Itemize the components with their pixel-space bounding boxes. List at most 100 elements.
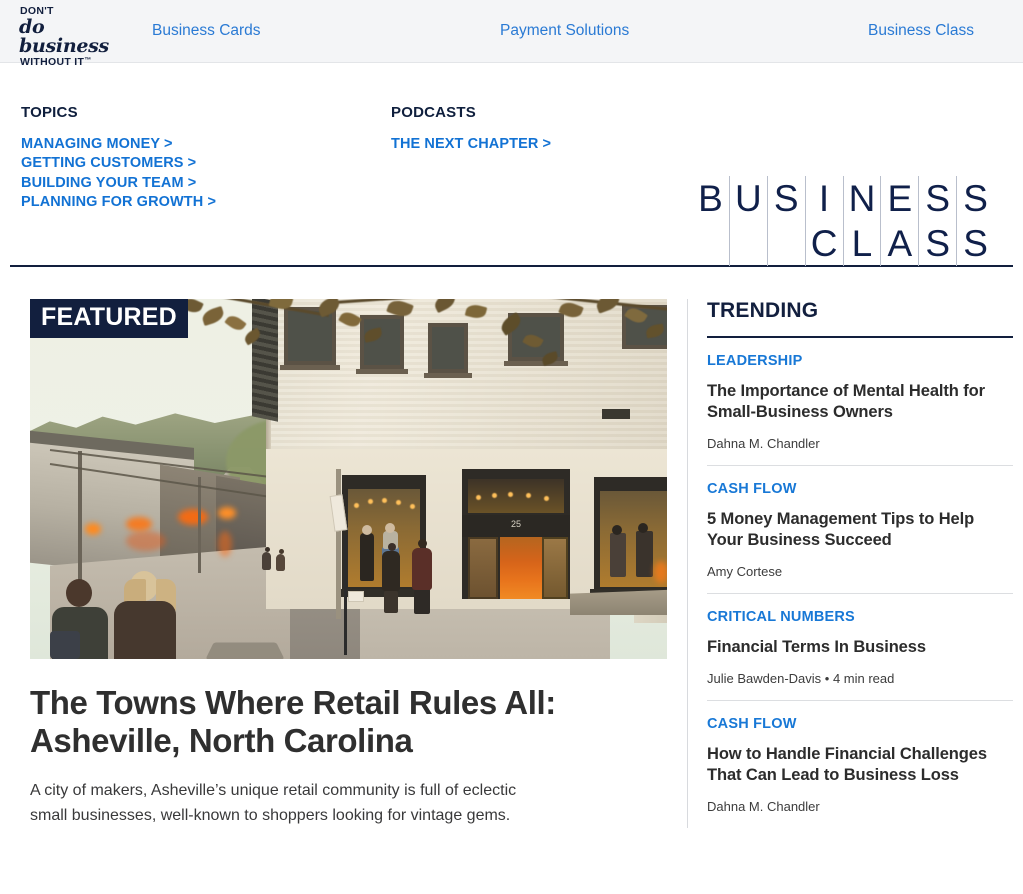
featured-badge: FEATURED (30, 299, 188, 338)
top-navigation-bar: DON'T do business WITHOUT IT™ Business C… (0, 0, 1023, 67)
topic-link-building-your-team[interactable]: BUILDING YOUR TEAM > (21, 174, 216, 193)
topic-link-managing-money[interactable]: MANAGING MONEY > (21, 135, 216, 154)
photo-window-sign-3 (348, 591, 364, 602)
logo-letter-bottom-1 (692, 221, 729, 266)
photo-mannequin-1-head (362, 525, 372, 535)
logo-column-3: S (766, 176, 805, 266)
photo-door-leaf-left (468, 537, 498, 599)
photo-bulb-c4 (526, 493, 531, 498)
trending-item[interactable]: LEADERSHIP The Importance of Mental Heal… (707, 338, 1013, 466)
brand-line-1: DON'T (20, 5, 54, 17)
photo-pedestrian-fg-2 (114, 571, 176, 659)
photo-bulb-c5 (544, 496, 549, 501)
photo-glow-5 (126, 531, 166, 551)
photo-glow-3 (178, 509, 208, 525)
trending-headline[interactable]: How to Handle Financial Challenges That … (707, 744, 1013, 786)
photo-mannequin-4-dress (636, 531, 653, 577)
logo-column-2: U (728, 176, 767, 266)
logo-letter-bottom-7: S (925, 223, 951, 264)
trending-category[interactable]: LEADERSHIP (707, 353, 1013, 369)
logo-letter-top-1: B (698, 178, 723, 219)
featured-dek: A city of makers, Asheville’s unique ret… (30, 782, 517, 824)
trending-category[interactable]: CASH FLOW (707, 716, 1013, 732)
photo-bulb-l2 (368, 499, 373, 504)
logo-column-8: S S (956, 176, 994, 266)
brand-line-2: do business (19, 15, 109, 57)
business-class-logo[interactable]: B U S I C N L E A S S S S (692, 176, 994, 266)
trending-sidebar: TRENDING LEADERSHIP The Importance of Me… (687, 299, 1023, 828)
logo-letter-top-6: E (887, 178, 913, 219)
trending-category[interactable]: CASH FLOW (707, 481, 1013, 497)
podcasts-heading: PODCASTS (391, 104, 476, 121)
photo-bulb-l4 (396, 500, 401, 505)
photo-bulb-l5 (410, 504, 415, 509)
nav-link-payment-solutions[interactable]: Payment Solutions (500, 22, 629, 40)
photo-pedestrian-mid-1 (382, 543, 400, 613)
logo-letter-bottom-2 (730, 221, 767, 266)
logo-letter-bottom-8: S (963, 223, 988, 264)
trending-meta: Dahna M. Chandler (707, 436, 820, 451)
photo-downspout-1 (336, 469, 341, 619)
logo-letter-top-7: S (925, 178, 951, 219)
photo-street-grate (205, 642, 285, 659)
photo-pedestrian-far-2 (276, 549, 285, 571)
podcast-link-the-next-chapter[interactable]: THE NEXT CHAPTER > (391, 135, 551, 154)
photo-glow-6 (218, 531, 232, 557)
logo-column-6: E A (880, 176, 918, 266)
photo-pedestrian-mid-2 (412, 539, 432, 614)
featured-headline[interactable]: The Towns Where Retail Rules All: Ashevi… (30, 684, 590, 760)
logo-letter-top-5: N (848, 178, 876, 219)
nav-link-business-class[interactable]: Business Class (868, 22, 974, 40)
amex-brand-lockup[interactable]: DON'T do business WITHOUT IT™ (19, 5, 120, 67)
photo-bulb-c3 (508, 492, 513, 497)
trending-meta: Dahna M. Chandler (707, 799, 820, 814)
photo-open-doorway-glow (500, 537, 544, 599)
page-content: FEATURED 25 The Towns Where Retail Rules… (0, 267, 1023, 828)
logo-column-7: S S (918, 176, 956, 266)
site-header-block: TOPICS MANAGING MONEY > GETTING CUSTOMER… (0, 63, 1023, 266)
trending-item[interactable]: CRITICAL NUMBERS Financial Terms In Busi… (707, 594, 1013, 701)
logo-letter-bottom-6: A (887, 223, 913, 264)
photo-bulb-c1 (476, 495, 481, 500)
photo-sign-post-1 (344, 535, 347, 655)
photo-glow-right-window (654, 561, 667, 583)
photo-mannequin-4-head (638, 523, 648, 533)
logo-letter-bottom-3 (768, 221, 805, 266)
featured-article-image[interactable]: FEATURED 25 (30, 299, 667, 659)
trending-headline[interactable]: 5 Money Management Tips to Help Your Bus… (707, 509, 1013, 551)
featured-article-column: FEATURED 25 The Towns Where Retail Rules… (0, 299, 687, 828)
trending-meta: Amy Cortese (707, 564, 783, 579)
photo-glow-2 (126, 517, 152, 531)
podcasts-column: PODCASTS THE NEXT CHAPTER > (391, 104, 551, 154)
photo-glow-4 (218, 507, 236, 519)
trending-headline[interactable]: The Importance of Mental Health for Smal… (707, 381, 1013, 423)
photo-mannequin-1-body (360, 533, 374, 581)
trending-headline[interactable]: Financial Terms In Business (707, 637, 1013, 658)
photo-bulb-l1 (354, 503, 359, 508)
photo-pedestrian-far-1 (262, 547, 271, 570)
photo-bag (50, 631, 80, 659)
photo-mannequin-3-dress (610, 533, 626, 577)
photo-mannequin-2-head (385, 523, 395, 533)
topic-link-planning-for-growth[interactable]: PLANNING FOR GROWTH > (21, 193, 216, 212)
logo-letter-top-4: I (818, 178, 830, 219)
logo-letter-top-8: S (963, 178, 988, 219)
nav-link-business-cards[interactable]: Business Cards (152, 22, 261, 40)
trending-item[interactable]: CASH FLOW How to Handle Financial Challe… (707, 701, 1013, 828)
trending-category[interactable]: CRITICAL NUMBERS (707, 609, 1013, 625)
trending-title: TRENDING (707, 299, 1013, 338)
photo-door-leaf-right (542, 537, 568, 599)
photo-glow-1 (85, 523, 101, 535)
photo-bulb-l3 (382, 498, 387, 503)
logo-column-4: I C (804, 176, 843, 266)
trending-item[interactable]: CASH FLOW 5 Money Management Tips to Hel… (707, 466, 1013, 594)
photo-transom-window (468, 479, 564, 513)
topics-heading: TOPICS (21, 104, 78, 121)
photo-bulb-c2 (492, 493, 497, 498)
logo-letter-bottom-4: C (810, 223, 838, 264)
logo-letter-bottom-5: L (851, 223, 873, 264)
topics-column: TOPICS MANAGING MONEY > GETTING CUSTOMER… (21, 104, 216, 212)
photo-utility-pole-2 (198, 477, 201, 573)
photo-utility-pole-1 (78, 451, 82, 591)
topic-link-getting-customers[interactable]: GETTING CUSTOMERS > (21, 154, 216, 173)
